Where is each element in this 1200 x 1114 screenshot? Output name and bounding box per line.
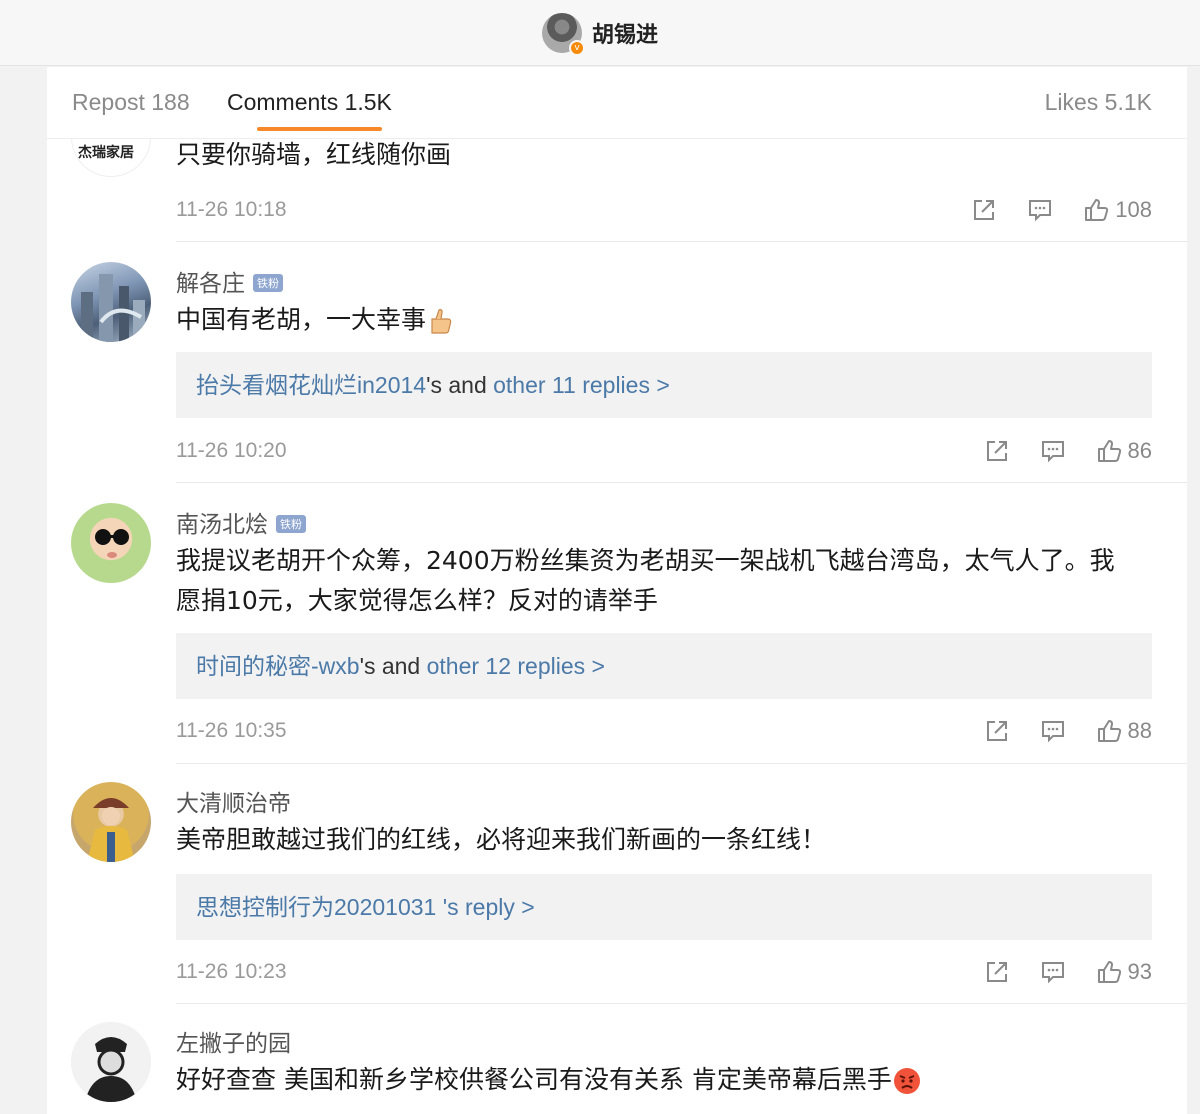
avatar-buildings-image <box>81 274 145 342</box>
comment-icon[interactable] <box>1027 197 1053 223</box>
comment-username[interactable]: 解各庄 铁粉 <box>176 264 283 298</box>
comment-text: 我提议老胡开个众筹，2400万粉丝集资为老胡买一架战机飞越台湾岛，太气人了。我愿… <box>176 546 1115 615</box>
comment-text: 美帝胆敢越过我们的红线，必将迎来我们新画的一条红线！ <box>176 825 827 854</box>
tab-bar: Repost 188 Comments 1.5K Likes 5.1K <box>47 67 1187 139</box>
avatar[interactable] <box>71 262 151 342</box>
page-title: 胡锡进 <box>591 22 658 48</box>
comment-time: 11-26 10:35 <box>176 719 287 742</box>
comment-actions: 88 <box>954 716 1152 746</box>
comments-panel: Repost 188 Comments 1.5K Likes 5.1K 杰瑞家居… <box>47 67 1187 1114</box>
divider <box>176 482 1187 483</box>
tab-comments[interactable]: Comments 1.5K <box>227 89 392 116</box>
divider <box>176 241 1187 242</box>
comment-actions: 108 <box>941 195 1152 225</box>
avatar-child-image <box>95 529 129 558</box>
top-bar: v 胡锡进 <box>0 0 1200 66</box>
tab-likes[interactable]: Likes 5.1K <box>1045 89 1152 116</box>
comment-icon[interactable] <box>1040 438 1066 464</box>
comment-username[interactable]: 大清顺治帝 <box>176 784 291 818</box>
thumbs-up-icon[interactable] <box>1096 438 1122 464</box>
comment-text: 好好查查 美国和新乡学校供餐公司有没有关系 肯定美帝幕后黑手 <box>176 1060 1136 1100</box>
divider <box>176 763 1187 764</box>
share-icon[interactable] <box>984 718 1010 744</box>
avatar[interactable] <box>71 1022 151 1102</box>
like-count: 93 <box>1127 959 1152 984</box>
fan-badge: 铁粉 <box>253 274 283 292</box>
comment-icon[interactable] <box>1040 718 1066 744</box>
share-icon[interactable] <box>984 959 1010 985</box>
reply-preview[interactable]: 抬头看烟花灿烂in2014's and other 11 replies > <box>176 352 1152 418</box>
active-tab-indicator <box>257 127 382 131</box>
avatar-brand-text: 杰瑞家居 <box>78 145 134 161</box>
username-text: 解各庄 <box>176 271 245 297</box>
like-count: 88 <box>1127 718 1152 743</box>
comment-time: 11-26 10:18 <box>176 198 287 221</box>
thumbs-up-icon[interactable] <box>1096 718 1122 744</box>
comment-time: 11-26 10:20 <box>176 439 287 462</box>
avatar-emperor-image <box>87 798 135 862</box>
like-count: 86 <box>1127 438 1152 463</box>
more-replies-link[interactable]: other 11 replies > <box>493 372 670 398</box>
angry-face-emoji-icon <box>893 1068 920 1094</box>
avatar-sketch-image <box>71 1022 151 1102</box>
comment-time: 11-26 10:23 <box>176 960 287 983</box>
like-count: 108 <box>1115 197 1152 222</box>
tab-repost[interactable]: Repost 188 <box>72 89 190 116</box>
comment-text-body: 中国有老胡，一大幸事 <box>176 305 427 334</box>
comment-icon[interactable] <box>1040 959 1066 985</box>
reply-user-link[interactable]: 思想控制行为20201031 <box>196 894 436 920</box>
comment-username[interactable]: 左撇子的园 <box>176 1024 291 1058</box>
more-replies-link[interactable]: other 12 replies > <box>427 653 605 679</box>
fan-badge: 铁粉 <box>276 515 306 533</box>
thumbs-up-emoji-icon <box>431 309 452 334</box>
comment-actions: 93 <box>954 957 1152 987</box>
divider <box>176 1003 1187 1004</box>
author-avatar[interactable]: v <box>541 12 585 56</box>
avatar[interactable] <box>71 782 151 862</box>
reply-connector-text: 's and <box>359 653 427 679</box>
username-text: 南汤北烩 <box>176 512 268 538</box>
comment-username[interactable]: 南汤北烩 铁粉 <box>176 505 306 539</box>
comment-text: 中国有老胡，一大幸事 <box>176 300 1136 340</box>
comment-actions: 86 <box>954 436 1152 466</box>
verified-badge-icon: v <box>568 39 585 56</box>
share-icon[interactable] <box>971 197 997 223</box>
reply-link[interactable]: 's reply > <box>436 894 535 920</box>
reply-user-link[interactable]: 抬头看烟花灿烂in2014 <box>196 372 426 398</box>
username-text: 左撇子的园 <box>176 1031 291 1057</box>
reply-preview[interactable]: 思想控制行为20201031 's reply > <box>176 874 1152 940</box>
share-icon[interactable] <box>984 438 1010 464</box>
reply-connector-text: 's and <box>426 372 494 398</box>
comment-text: 只要你骑墙，红线随你画 <box>176 140 452 169</box>
reply-user-link[interactable]: 时间的秘密-wxb <box>196 653 360 679</box>
username-text: 大清顺治帝 <box>176 791 291 817</box>
avatar[interactable] <box>71 503 151 583</box>
reply-preview[interactable]: 时间的秘密-wxb's and other 12 replies > <box>176 633 1152 699</box>
thumbs-up-icon[interactable] <box>1096 959 1122 985</box>
comment-text-body: 好好查查 美国和新乡学校供餐公司有没有关系 肯定美帝幕后黑手 <box>176 1065 892 1094</box>
thumbs-up-icon[interactable] <box>1083 197 1109 223</box>
